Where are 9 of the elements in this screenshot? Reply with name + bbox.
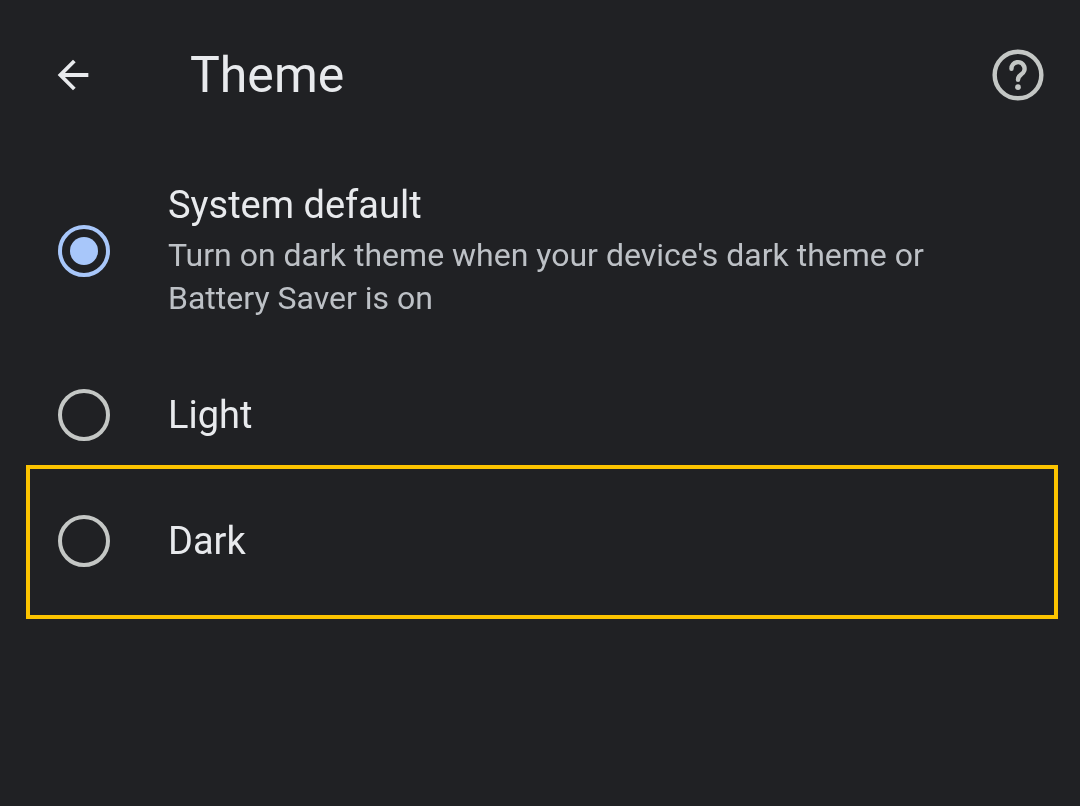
- option-label[interactable]: Dark: [168, 518, 246, 564]
- radio-button[interactable]: [58, 515, 110, 567]
- page-title: Theme: [190, 50, 346, 100]
- option-label[interactable]: Light: [168, 392, 253, 438]
- option-label[interactable]: System default: [168, 182, 1003, 228]
- help-icon[interactable]: [990, 47, 1046, 103]
- radio-button[interactable]: [58, 225, 110, 277]
- option-description: Turn on dark theme when your device's dark theme or Battery Saver is on: [168, 235, 925, 319]
- radio-button[interactable]: [58, 389, 110, 441]
